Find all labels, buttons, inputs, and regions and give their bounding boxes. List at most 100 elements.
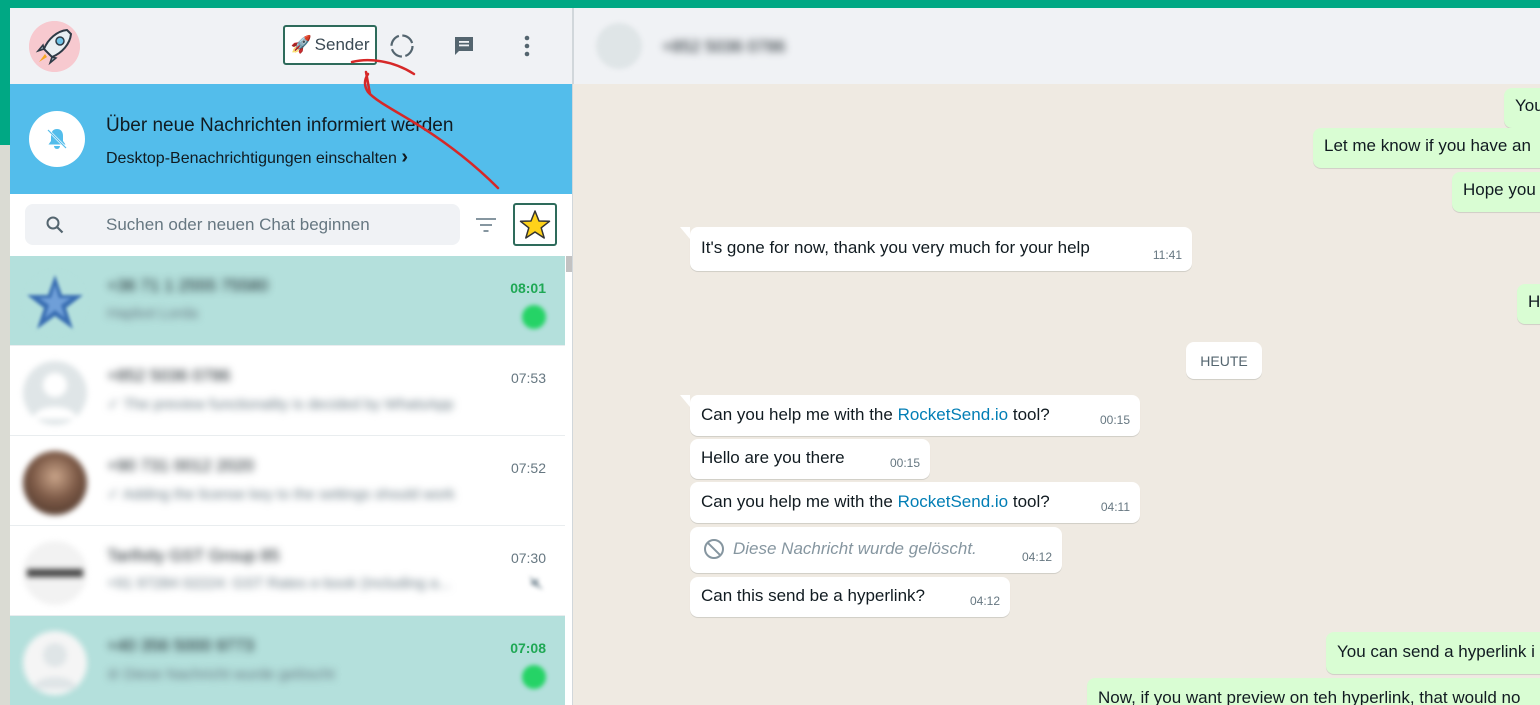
message-incoming[interactable]: Can you help me with the RocketSend.io t… bbox=[690, 395, 1140, 436]
search-icon bbox=[45, 215, 65, 240]
message-text: It's gone for now, thank you very much f… bbox=[701, 238, 1090, 257]
muted-icon bbox=[529, 576, 543, 593]
sender-button-label: Sender bbox=[314, 35, 370, 54]
search-bar bbox=[10, 194, 572, 256]
message-text: Diese Nachricht wurde gelöscht. bbox=[703, 538, 977, 560]
message-incoming[interactable]: Hello are you there 00:15 bbox=[690, 439, 930, 479]
chat-row[interactable]: +852 5036 0786 ✓ The preview functionali… bbox=[10, 346, 565, 436]
bubble-tail bbox=[680, 395, 690, 407]
message-text: Can you help me with the RocketSend.io t… bbox=[701, 405, 1050, 424]
message-text: Hello are you there bbox=[701, 448, 845, 467]
chat-row[interactable]: +90 731 0012 2020 ✓ Adding the license k… bbox=[10, 436, 565, 526]
profile-avatar[interactable] bbox=[29, 21, 80, 72]
chat-preview: ⊘ Diese Nachricht wurde gelöscht bbox=[107, 666, 335, 683]
rocket-icon bbox=[29, 21, 80, 72]
notification-link[interactable]: Desktop-Benachrichtigungen einschalten › bbox=[106, 146, 408, 169]
chat-avatar bbox=[23, 271, 87, 335]
chat-avatar bbox=[23, 631, 87, 695]
chat-time: 07:53 bbox=[510, 370, 546, 386]
date-divider: HEUTE bbox=[1186, 342, 1262, 379]
message-incoming-deleted[interactable]: Diese Nachricht wurde gelöscht. 04:12 bbox=[690, 527, 1062, 573]
message-text: Hope you bbox=[1463, 180, 1536, 199]
chat-avatar bbox=[23, 361, 87, 425]
message-time: 04:12 bbox=[1021, 550, 1052, 564]
message-outgoing[interactable]: Now, if you want preview on teh hyperlin… bbox=[1087, 678, 1540, 705]
notification-link-label: Desktop-Benachrichtigungen einschalten bbox=[106, 150, 397, 167]
message-text: You can send a hyperlink i bbox=[1337, 642, 1535, 661]
message-outgoing[interactable]: You bbox=[1504, 88, 1540, 128]
rocket-emoji-icon: 🚀 bbox=[290, 35, 312, 54]
message-time: 11:41 bbox=[1152, 248, 1182, 262]
unread-badge bbox=[522, 665, 546, 689]
chat-time: 07:52 bbox=[510, 460, 546, 476]
blocked-icon bbox=[704, 539, 724, 559]
contact-avatar[interactable] bbox=[596, 23, 642, 69]
app-background bbox=[0, 145, 10, 705]
new-chat-icon[interactable] bbox=[450, 32, 478, 60]
message-incoming[interactable]: Can this send be a hyperlink? 04:12 bbox=[690, 577, 1010, 617]
default-avatar-icon bbox=[33, 643, 77, 689]
message-text: Can this send be a hyperlink? bbox=[701, 586, 925, 605]
star-avatar-icon bbox=[27, 275, 83, 329]
message-time: 04:12 bbox=[969, 594, 1000, 608]
chat-row[interactable]: Tarifxity GST Group 85 +91 97284 02224: … bbox=[10, 526, 565, 616]
chat-preview: ✓ The preview functionality is decided b… bbox=[107, 396, 454, 413]
sender-button[interactable]: 🚀 Sender bbox=[283, 25, 377, 65]
search-input[interactable] bbox=[106, 204, 446, 245]
group-logo-icon bbox=[27, 569, 83, 577]
chat-avatar bbox=[23, 451, 87, 515]
message-outgoing[interactable]: H bbox=[1517, 284, 1540, 324]
chat-time: 07:08 bbox=[510, 640, 546, 656]
filter-icon[interactable] bbox=[475, 216, 497, 239]
chat-preview: +91 97284 02224: GST Rates e-book (Inclu… bbox=[107, 575, 451, 592]
rocketsend-link[interactable]: RocketSend.io bbox=[898, 405, 1009, 424]
default-avatar-icon bbox=[33, 373, 77, 419]
menu-icon[interactable] bbox=[513, 32, 541, 60]
status-icon[interactable] bbox=[388, 32, 416, 60]
chat-name: +36 71 1 2555 75580 bbox=[107, 276, 269, 295]
chat-name: +90 731 0012 2020 bbox=[107, 456, 255, 475]
bell-off-icon bbox=[29, 111, 85, 167]
message-area: You Let me know if you have an Hope you … bbox=[573, 84, 1540, 705]
chat-list-scrollbar[interactable] bbox=[565, 256, 572, 705]
chat-list-header: 🚀 Sender bbox=[10, 8, 572, 84]
conversation-pane: +852 5036 0786 You Let me know if you ha… bbox=[573, 8, 1540, 705]
chat-list-pane: 🚀 Sender Über neue Nachrichten informier… bbox=[10, 8, 573, 705]
notification-title: Über neue Nachrichten informiert werden bbox=[106, 115, 454, 136]
message-text: H bbox=[1528, 292, 1540, 311]
message-outgoing[interactable]: Let me know if you have an bbox=[1313, 128, 1540, 168]
message-outgoing[interactable]: You can send a hyperlink i bbox=[1326, 632, 1540, 674]
chat-time: 07:30 bbox=[510, 550, 546, 566]
chat-time: 08:01 bbox=[510, 280, 546, 296]
app-top-strip bbox=[0, 0, 1540, 8]
message-outgoing[interactable]: Hope you bbox=[1452, 172, 1540, 212]
message-time: 00:15 bbox=[1099, 413, 1130, 427]
chat-name: +852 5036 0786 bbox=[107, 366, 231, 385]
notification-banner[interactable]: Über neue Nachrichten informiert werden … bbox=[10, 84, 572, 194]
chat-list: +36 71 1 2555 75580 Hapbot Lorda 08:01 +… bbox=[10, 256, 565, 705]
message-text: You bbox=[1515, 96, 1540, 115]
message-time: 00:15 bbox=[889, 456, 920, 470]
contact-name: +852 5036 0786 bbox=[662, 37, 786, 56]
bubble-tail bbox=[680, 227, 690, 239]
chat-preview: ✓ Adding the license key to the settings… bbox=[107, 486, 455, 503]
message-text: Now, if you want preview on teh hyperlin… bbox=[1098, 688, 1521, 705]
message-time: 04:11 bbox=[1100, 500, 1130, 514]
chat-row[interactable]: +40 356 5000 9773 ⊘ Diese Nachricht wurd… bbox=[10, 616, 565, 705]
rocketsend-link[interactable]: RocketSend.io bbox=[898, 492, 1009, 511]
chat-row[interactable]: +36 71 1 2555 75580 Hapbot Lorda 08:01 bbox=[10, 256, 565, 346]
chat-name: +40 356 5000 9773 bbox=[107, 636, 255, 655]
message-incoming[interactable]: It's gone for now, thank you very much f… bbox=[690, 227, 1192, 271]
chat-avatar bbox=[23, 541, 87, 605]
conversation-header[interactable]: +852 5036 0786 bbox=[573, 8, 1540, 84]
search-box[interactable] bbox=[25, 204, 460, 245]
unread-badge bbox=[522, 305, 546, 329]
scrollbar-thumb[interactable] bbox=[566, 256, 572, 272]
message-text: Let me know if you have an bbox=[1324, 136, 1531, 155]
starred-button[interactable] bbox=[513, 203, 557, 246]
message-incoming[interactable]: Can you help me with the RocketSend.io t… bbox=[690, 482, 1140, 523]
chat-preview: Hapbot Lorda bbox=[107, 305, 198, 322]
message-text: Can you help me with the RocketSend.io t… bbox=[701, 492, 1050, 511]
chat-name: Tarifxity GST Group 85 bbox=[107, 546, 280, 565]
chevron-right-icon: › bbox=[401, 146, 408, 168]
